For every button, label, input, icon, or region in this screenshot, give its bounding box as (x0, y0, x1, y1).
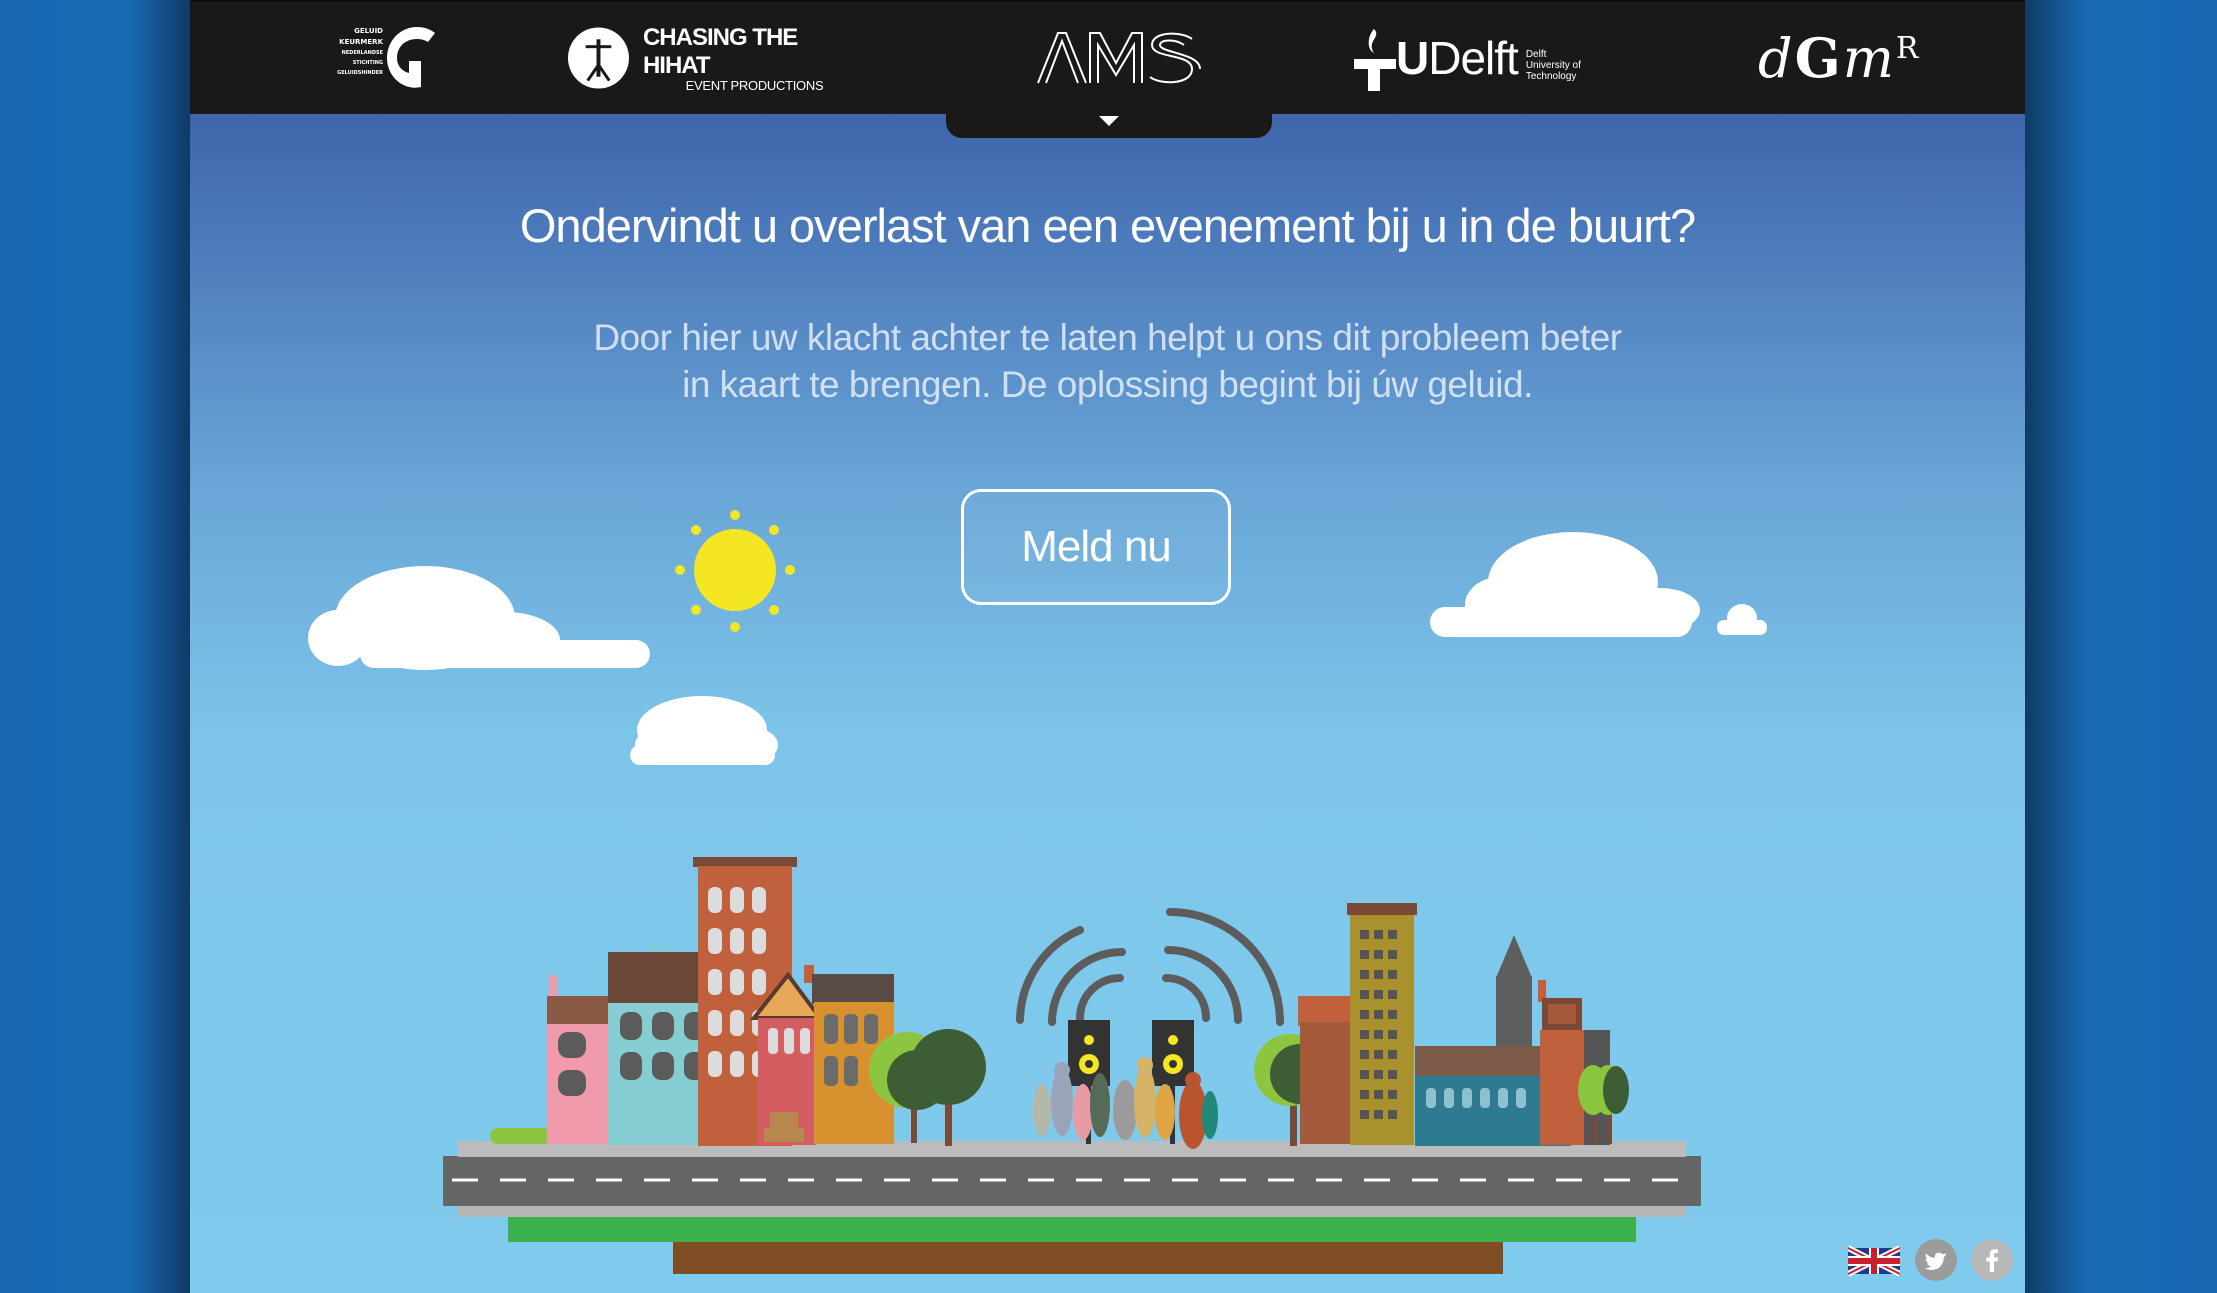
cloud-icon (630, 696, 778, 765)
sun-icon (675, 510, 795, 632)
building (693, 857, 797, 1146)
dgmr-wordmark: dGmR (1758, 26, 1921, 90)
report-now-button[interactable]: Meld nu (961, 489, 1231, 605)
page-title: Ondervindt u overlast van een evenement … (519, 199, 1696, 252)
building (1415, 935, 1571, 1146)
left-shadow (130, 0, 190, 1293)
caret-down-icon (1099, 116, 1119, 126)
building (1538, 980, 1610, 1145)
gk-line-3: NEDERLANDSE (342, 50, 384, 56)
gk-line-2: KEURMERK (339, 38, 383, 46)
building (1298, 996, 1350, 1144)
hihat-icon (567, 27, 629, 89)
gk-line-1: GELUID (354, 27, 383, 35)
geluidkeurmerk-logo[interactable]: GELUID KEURMERK NEDERLANDSE STICHTING GE… (325, 2, 445, 114)
speaker-icon (1068, 1020, 1110, 1144)
tree-icon (1254, 1034, 1330, 1146)
uk-flag-icon (1846, 1245, 1902, 1277)
building (547, 975, 609, 1144)
hihat-title: CHASING THE HIHAT (642, 23, 798, 79)
building (1347, 903, 1417, 1145)
logo-bar-toggle[interactable] (946, 108, 1272, 138)
tudelft-wordmark: UDelft (1396, 32, 1519, 84)
facebook-icon (1971, 1239, 2013, 1281)
hihat-subtitle: EVENT PRODUCTIONS (685, 77, 824, 93)
twitter-link[interactable] (1914, 1238, 1958, 1282)
building (608, 945, 718, 1145)
geluidkeurmerk-logo-icon: GELUID KEURMERK NEDERLANDSE STICHTING GE… (337, 27, 435, 88)
building (749, 971, 824, 1145)
right-shadow (2025, 0, 2085, 1293)
tudelft-flame-icon (1354, 29, 1396, 91)
language-switch[interactable] (1846, 1238, 1902, 1282)
chasing-the-hihat-logo[interactable]: CHASING THE HIHAT EVENT PRODUCTIONS (566, 2, 866, 114)
ams-logo-icon (1037, 32, 1201, 84)
dgmr-logo[interactable]: dGmR (1758, 2, 1938, 114)
road (443, 1156, 1701, 1206)
sound-waves-icon (1016, 908, 1284, 1026)
facebook-link[interactable] (1970, 1238, 2014, 1282)
gk-line-5: GELUIDSHINDER (337, 70, 383, 76)
page: GELUID KEURMERK NEDERLANDSE STICHTING GE… (190, 0, 2025, 1293)
speaker-icon (1152, 1020, 1194, 1144)
tudelft-line-3: Technology (1525, 70, 1577, 82)
tree-icon (869, 1029, 986, 1146)
soil (673, 1238, 1503, 1274)
twitter-icon (1915, 1239, 1957, 1281)
logo-bar: GELUID KEURMERK NEDERLANDSE STICHTING GE… (190, 0, 2025, 114)
cloud-icon (308, 566, 650, 670)
intro-line-1: Door hier uw klacht achter te laten help… (593, 317, 1622, 358)
tree-icon (1578, 1065, 1629, 1144)
city-illustration (308, 510, 1767, 1274)
intro-line-2: in kaart te brengen. De oplossing begint… (682, 364, 1533, 405)
intro-text: Door hier uw klacht achter te laten help… (190, 314, 2025, 408)
crowd (1033, 1057, 1218, 1149)
tudelft-line-1: Delft (1525, 48, 1547, 60)
building (804, 965, 894, 1144)
cloud-icon (1430, 532, 1700, 637)
grass (508, 1212, 1636, 1242)
cloud-icon (1717, 604, 1767, 635)
tudelft-line-2: University of (1525, 59, 1581, 71)
ams-logo[interactable] (1032, 2, 1202, 114)
gk-line-4: STICHTING (353, 60, 383, 66)
tudelft-logo[interactable]: UDelft Delft University of Technology (1352, 2, 1632, 114)
